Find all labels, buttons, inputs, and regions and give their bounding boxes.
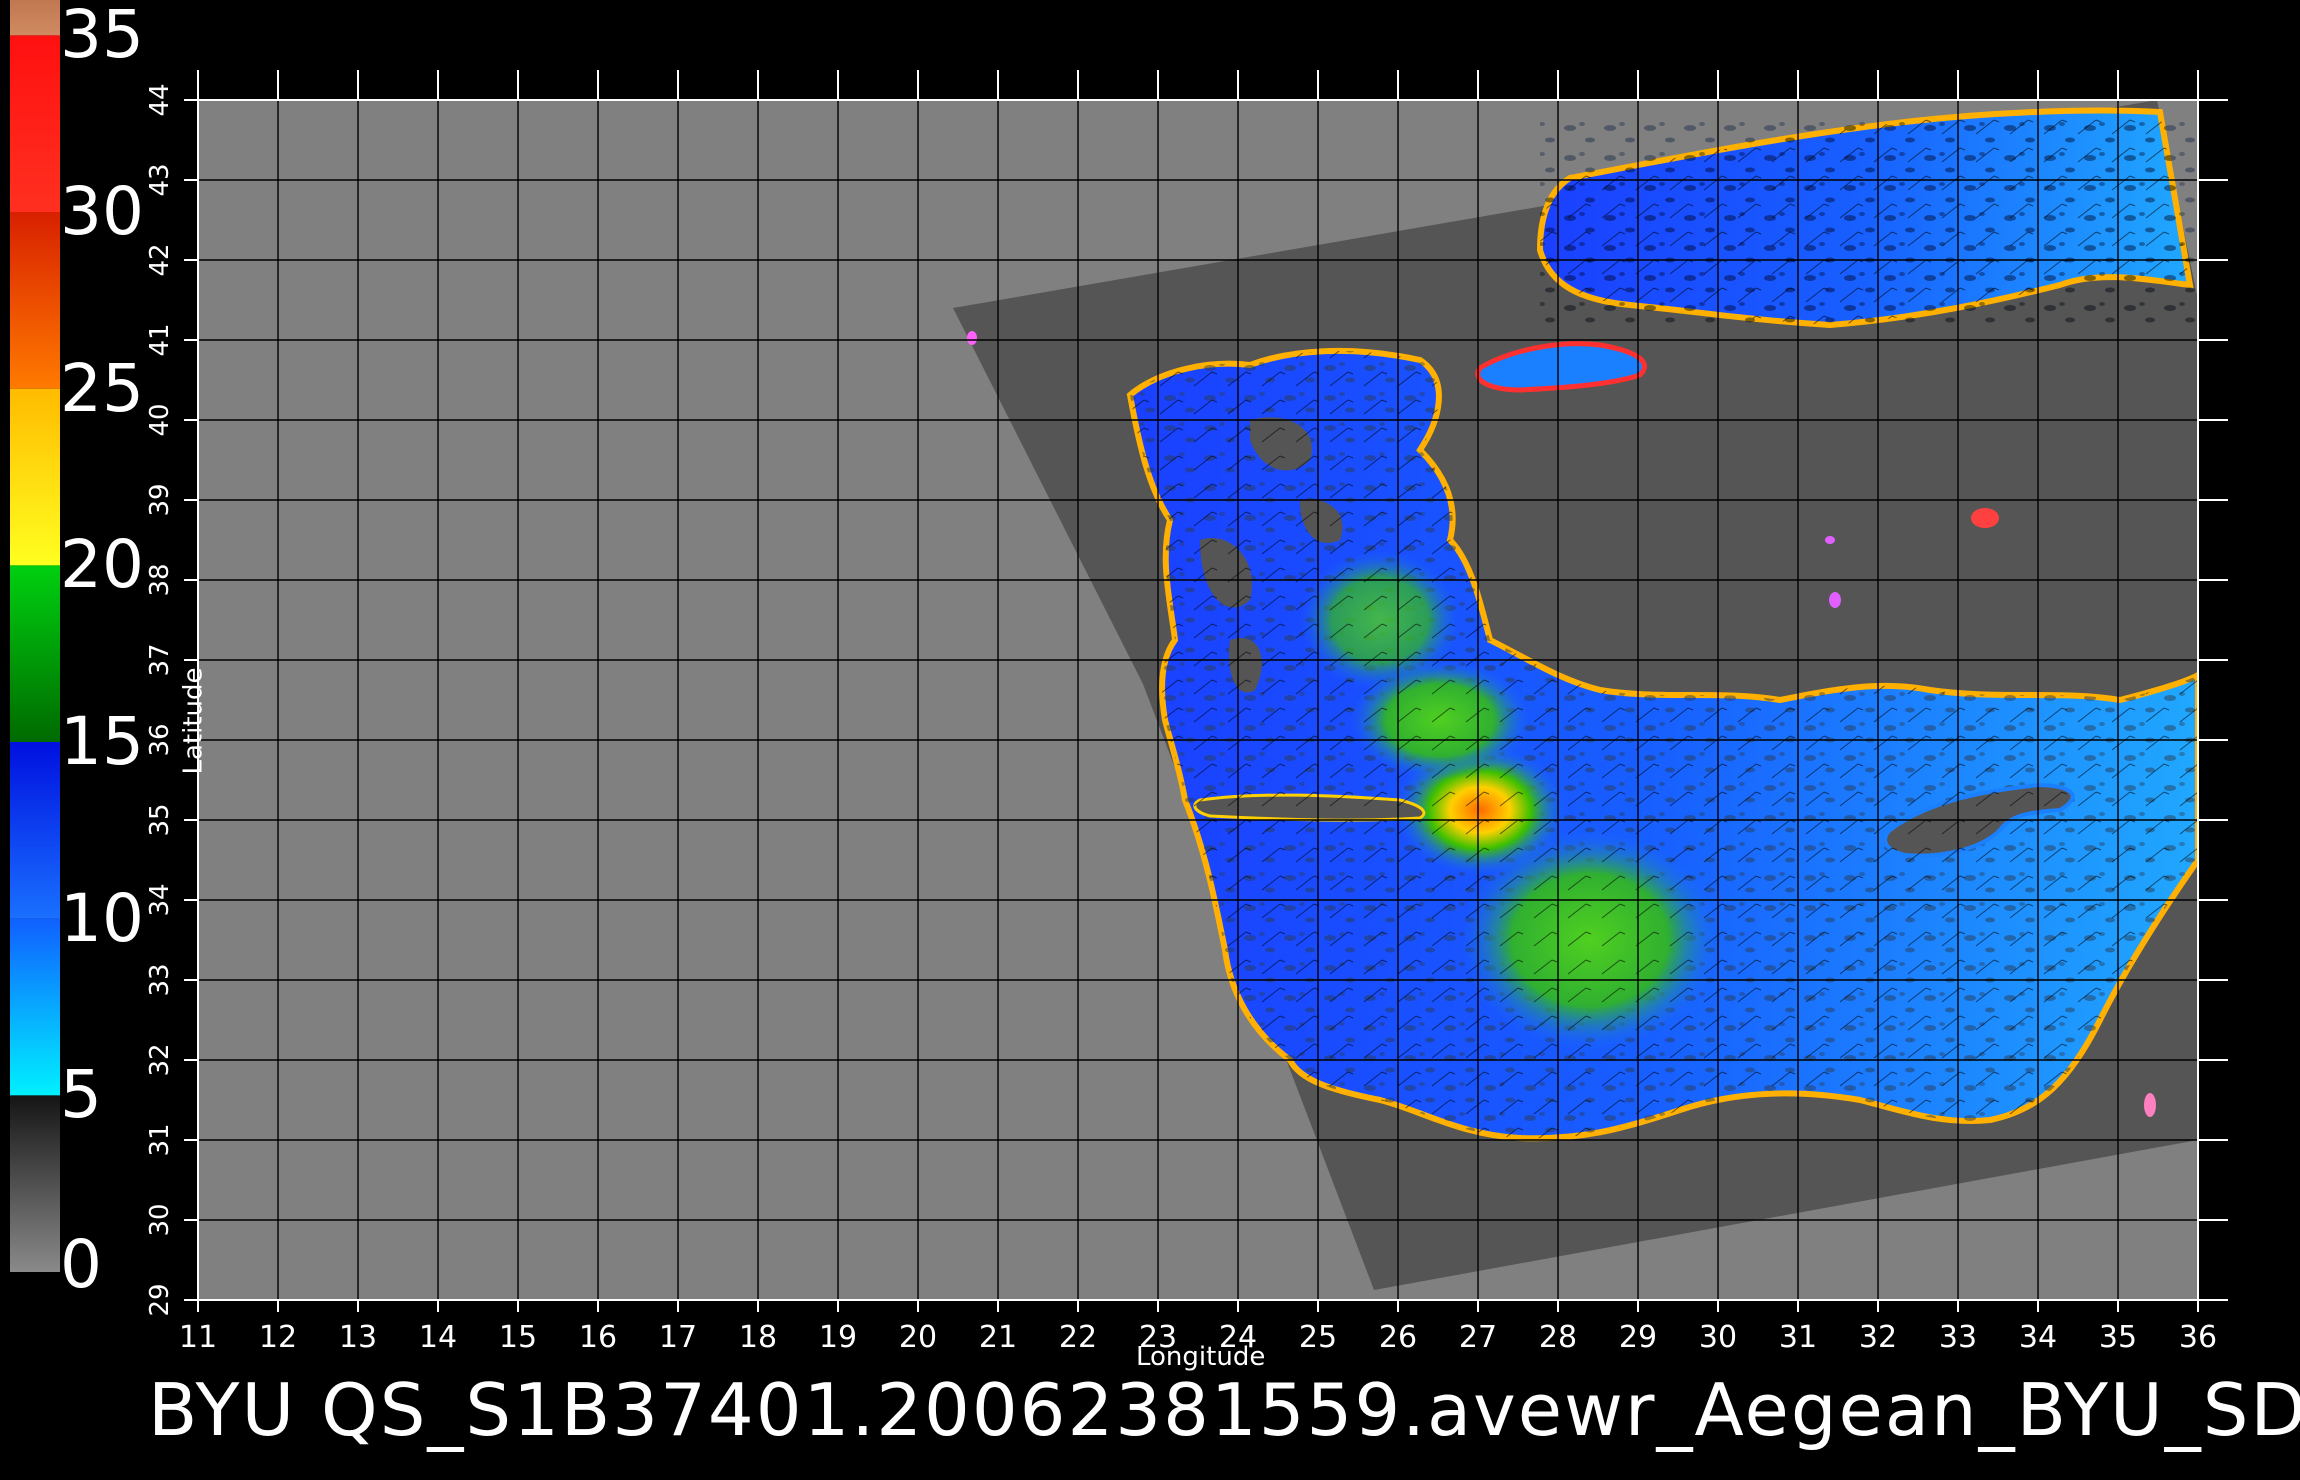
x-tick-label: 32 xyxy=(1858,1320,1898,1355)
x-tick-label: 20 xyxy=(898,1320,938,1355)
color-scale-bar xyxy=(10,0,60,1272)
y-tick-label: 33 xyxy=(145,963,175,997)
color-scale-segment xyxy=(10,1095,60,1272)
x-tick-label: 15 xyxy=(498,1320,538,1355)
x-tick-label: 36 xyxy=(2178,1320,2218,1355)
y-tick-label: 31 xyxy=(145,1123,175,1157)
x-tick-label: 26 xyxy=(1378,1320,1418,1355)
y-tick-label: 39 xyxy=(145,483,175,517)
color-scale-segment xyxy=(10,0,60,36)
y-tick-label: 44 xyxy=(145,83,175,117)
y-tick-label: 37 xyxy=(145,643,175,677)
footer-title: BYU QS_S1B37401.20062381559.avewr_Aegean… xyxy=(148,1368,2300,1452)
x-tick-label: 33 xyxy=(1938,1320,1978,1355)
x-tick-label: 17 xyxy=(658,1320,698,1355)
y-tick-label: 38 xyxy=(145,563,175,597)
x-tick-label: 11 xyxy=(178,1320,218,1355)
y-tick-label: 32 xyxy=(145,1043,175,1077)
color-scale-label: 10 xyxy=(60,879,144,957)
x-tick-label: 13 xyxy=(338,1320,378,1355)
color-scale-label: 20 xyxy=(60,526,144,604)
x-tick-label: 35 xyxy=(2098,1320,2138,1355)
color-scale-label: 35 xyxy=(60,0,144,74)
y-axis-title: Latitude xyxy=(178,667,209,775)
y-tick-label: 30 xyxy=(145,1203,175,1237)
y-tick-label: 34 xyxy=(145,883,175,917)
color-scale-label: 15 xyxy=(60,703,144,780)
x-tick-label: 16 xyxy=(578,1320,618,1355)
color-scale-segment xyxy=(10,35,60,213)
color-scale-segment xyxy=(10,918,60,1096)
x-tick-label: 25 xyxy=(1298,1320,1338,1355)
color-scale-label: 25 xyxy=(60,349,144,427)
x-tick-label: 12 xyxy=(258,1320,298,1355)
y-tick-label: 43 xyxy=(145,163,175,197)
x-tick-label: 30 xyxy=(1698,1320,1738,1355)
x-tick-label: 19 xyxy=(818,1320,858,1355)
x-tick-label: 29 xyxy=(1618,1320,1658,1355)
y-tick-label: 41 xyxy=(145,323,175,357)
color-scale-segment xyxy=(10,565,60,742)
y-tick-label: 40 xyxy=(145,403,175,437)
y-tick-label: 35 xyxy=(145,803,175,837)
x-tick-label: 31 xyxy=(1778,1320,1818,1355)
y-tick-label: 36 xyxy=(145,723,175,757)
color-scale-segment xyxy=(10,742,60,919)
x-tick-label: 27 xyxy=(1458,1320,1498,1355)
x-tick-label: 22 xyxy=(1058,1320,1098,1355)
y-tick-label: 29 xyxy=(145,1283,175,1317)
x-tick-label: 28 xyxy=(1538,1320,1578,1355)
x-tick-label: 18 xyxy=(738,1320,778,1355)
color-scale-label: 30 xyxy=(60,173,144,250)
color-scale-segment xyxy=(10,212,60,389)
y-tick-label: 42 xyxy=(145,243,175,277)
x-tick-label: 14 xyxy=(418,1320,458,1355)
wind-map xyxy=(10,0,2228,1312)
x-tick-label: 34 xyxy=(2018,1320,2058,1355)
color-scale-label: 5 xyxy=(60,1056,102,1134)
color-scale-label: 0 xyxy=(60,1226,102,1303)
x-tick-label: 21 xyxy=(978,1320,1018,1355)
color-scale-segment xyxy=(10,388,60,566)
